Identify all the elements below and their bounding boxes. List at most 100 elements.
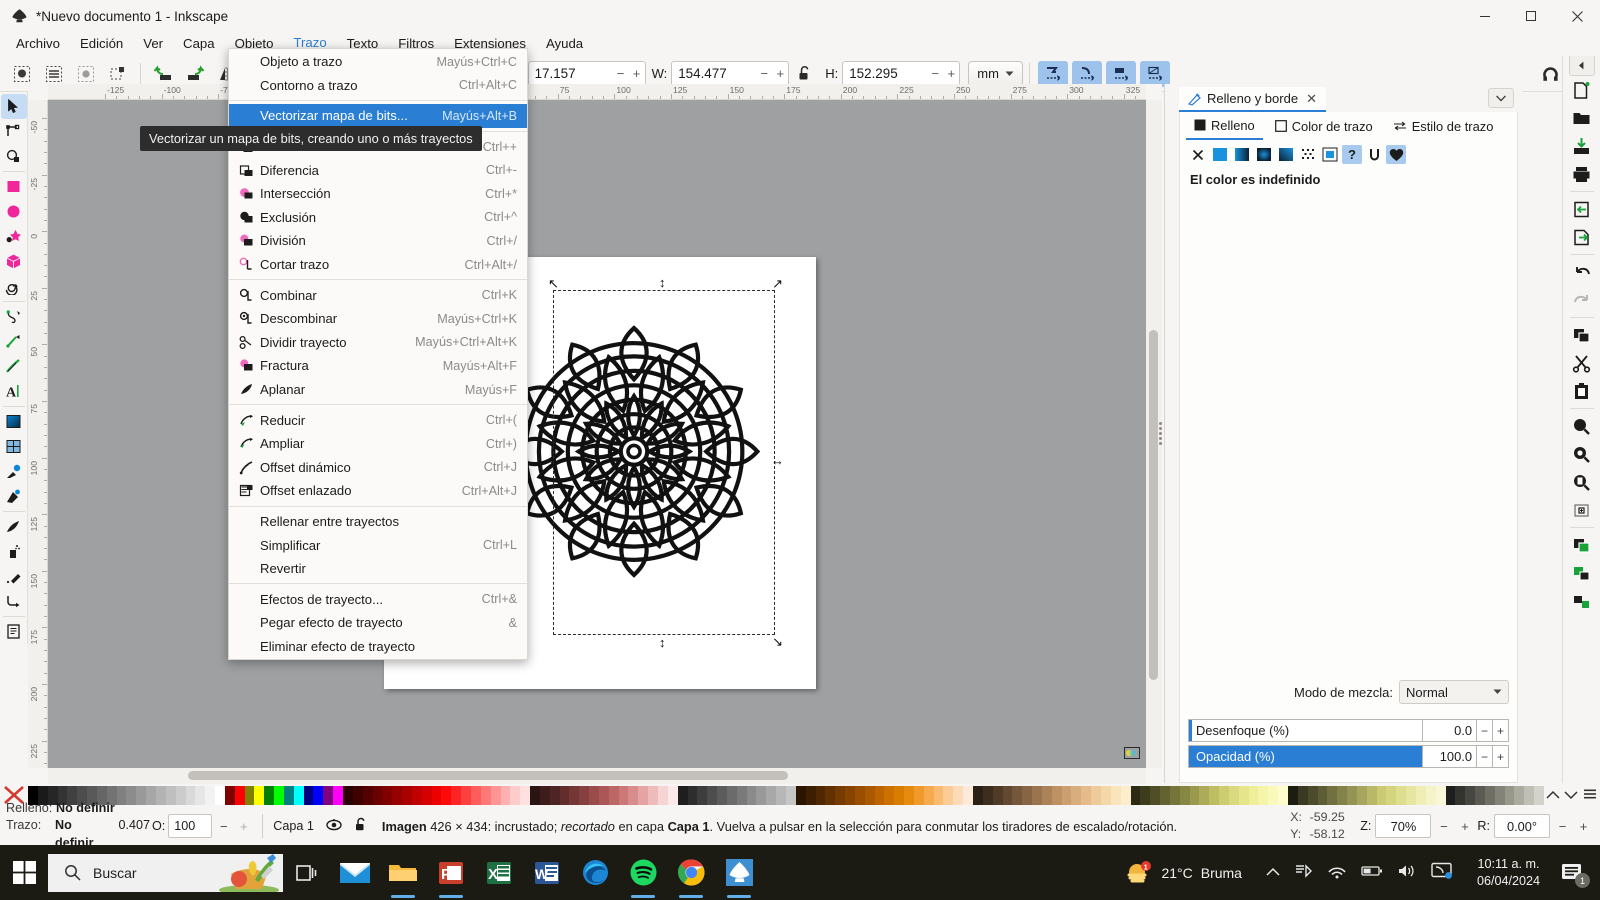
palette-swatch[interactable]: [667, 785, 678, 805]
taskbar-spotify-app[interactable]: [619, 845, 667, 900]
menu-capa[interactable]: Capa: [173, 33, 225, 55]
scale-handle-w[interactable]: ↔: [548, 454, 561, 467]
palette-swatch[interactable]: [343, 785, 353, 805]
duplicate-icon[interactable]: [1567, 531, 1597, 559]
menu-item-dividir-trayecto[interactable]: Dividir trayecto Mayús+Ctrl+Alt+K: [229, 331, 527, 355]
palette-swatch[interactable]: [283, 785, 294, 805]
palette-swatch[interactable]: [1435, 785, 1446, 805]
scale-handle-s[interactable]: ↕: [659, 636, 666, 649]
h-minus-button[interactable]: −: [927, 62, 943, 86]
palette-swatch[interactable]: [589, 785, 599, 805]
palette-swatch[interactable]: [323, 785, 334, 805]
palette-swatch[interactable]: [392, 785, 403, 805]
palette-swatch[interactable]: [195, 785, 206, 805]
import-icon[interactable]: [1567, 195, 1597, 223]
node-tool[interactable]: [1, 119, 27, 144]
palette-swatch[interactable]: [697, 785, 708, 805]
color-managed-view-icon[interactable]: [1124, 747, 1140, 764]
palette-swatch[interactable]: [1376, 785, 1387, 805]
palette-swatch[interactable]: [382, 785, 393, 805]
tray-expand-icon[interactable]: [1266, 865, 1280, 880]
palette-swatch[interactable]: [1484, 785, 1495, 805]
blur-plus-button[interactable]: +: [1493, 719, 1509, 742]
palette-swatch[interactable]: [470, 785, 481, 805]
palette-swatch[interactable]: [1415, 785, 1426, 805]
export-icon[interactable]: [1567, 223, 1597, 251]
palette-swatch[interactable]: [539, 785, 550, 805]
palette-swatch[interactable]: [766, 785, 777, 805]
palette-swatch[interactable]: [1455, 785, 1466, 805]
palette-swatch[interactable]: [1534, 785, 1544, 805]
zoom-field[interactable]: 70%: [1375, 814, 1432, 838]
palette-swatch[interactable]: [1297, 785, 1308, 805]
palette-swatch[interactable]: [1366, 785, 1377, 805]
palette-swatch[interactable]: [1032, 785, 1042, 805]
3dbox-tool[interactable]: [1, 249, 27, 274]
palette-swatch[interactable]: [864, 785, 875, 805]
dock-resize-handle[interactable]: [1158, 420, 1163, 445]
zoom-drawing-icon[interactable]: [1567, 440, 1597, 468]
palette-swatch[interactable]: [1396, 785, 1407, 805]
wifi-icon[interactable]: [1327, 863, 1347, 882]
palette-swatch[interactable]: [835, 785, 846, 805]
palette-swatch[interactable]: [1258, 785, 1269, 805]
palette-swatch[interactable]: [313, 785, 324, 805]
spiral-tool[interactable]: [1, 274, 27, 299]
subtab-estilo-de-trazo[interactable]: Estilo de trazo: [1385, 113, 1502, 140]
taskbar-inkscape-app[interactable]: [715, 845, 763, 900]
blur-value[interactable]: 0.0: [1423, 719, 1477, 742]
palette-swatch[interactable]: [1130, 785, 1141, 805]
palette-swatch[interactable]: [923, 785, 934, 805]
unset-paint-button[interactable]: [1364, 145, 1384, 164]
undo-icon[interactable]: [1567, 258, 1597, 286]
palette-swatch[interactable]: [1081, 785, 1092, 805]
palette-swatch[interactable]: [1288, 785, 1298, 805]
palette-swatch[interactable]: [549, 785, 560, 805]
palette-swatch[interactable]: [569, 785, 580, 805]
menu-item-revertir[interactable]: Revertir: [229, 557, 527, 581]
opacity-slider[interactable]: Opacidad (%): [1188, 745, 1423, 768]
palette-swatch[interactable]: [1219, 785, 1229, 805]
taskbar-edge-browser-app[interactable]: [571, 845, 619, 900]
swatch-button[interactable]: [1320, 145, 1340, 164]
unit-select[interactable]: mm: [968, 60, 1023, 87]
affect-stroke-width-button[interactable]: [1037, 60, 1068, 87]
task-view-icon[interactable]: [283, 845, 331, 900]
scale-handle-n[interactable]: ↕: [659, 276, 666, 289]
mesh-gradient-tool[interactable]: [1, 434, 27, 459]
paste-icon[interactable]: [1567, 377, 1597, 405]
palette-swatch[interactable]: [1248, 785, 1259, 805]
palette-swatch[interactable]: [1406, 785, 1416, 805]
palette-swatch[interactable]: [372, 785, 383, 805]
layer-visibility-icon[interactable]: [326, 818, 342, 835]
menu-item-aplanar[interactable]: Aplanar Mayús+F: [229, 378, 527, 402]
palette-swatch[interactable]: [1514, 785, 1525, 805]
palette-swatch[interactable]: [904, 785, 914, 805]
snap-toggle-icon[interactable]: [1536, 60, 1564, 88]
palette-swatch[interactable]: [461, 785, 471, 805]
palette-swatch[interactable]: [913, 785, 924, 805]
palette-swatch[interactable]: [973, 785, 983, 805]
layer-name[interactable]: Capa 1: [273, 819, 314, 833]
palette-swatch[interactable]: [618, 785, 629, 805]
drawing-canvas[interactable]: ↖ ↕ ↗ ↔ ↔ ↕ ↘: [48, 100, 1146, 768]
menu-item-descombinar[interactable]: Descombinar Mayús+Ctrl+K: [229, 307, 527, 331]
menu-item-rellenar-entre-trayectos[interactable]: Rellenar entre trayectos: [229, 510, 527, 534]
menu-item-offset-enlazado[interactable]: Offset enlazado Ctrl+Alt+J: [229, 479, 527, 503]
h-field[interactable]: − +: [842, 60, 961, 87]
pencil-tool[interactable]: [1, 304, 27, 329]
layer-lock-icon[interactable]: [354, 817, 368, 836]
palette-swatch[interactable]: [874, 785, 885, 805]
palette-swatch[interactable]: [1061, 785, 1072, 805]
palette-swatch[interactable]: [1268, 785, 1279, 805]
palette-swatch[interactable]: [1209, 785, 1220, 805]
palette-swatch[interactable]: [1179, 785, 1190, 805]
palette-swatch[interactable]: [638, 785, 649, 805]
y-input[interactable]: [528, 66, 613, 81]
maximize-button[interactable]: [1508, 0, 1554, 32]
palette-swatch[interactable]: [943, 785, 954, 805]
palette-swatch[interactable]: [953, 785, 964, 805]
zoom-page-icon[interactable]: [1567, 468, 1597, 496]
print-icon[interactable]: [1567, 160, 1597, 188]
palette-swatch[interactable]: [362, 785, 373, 805]
